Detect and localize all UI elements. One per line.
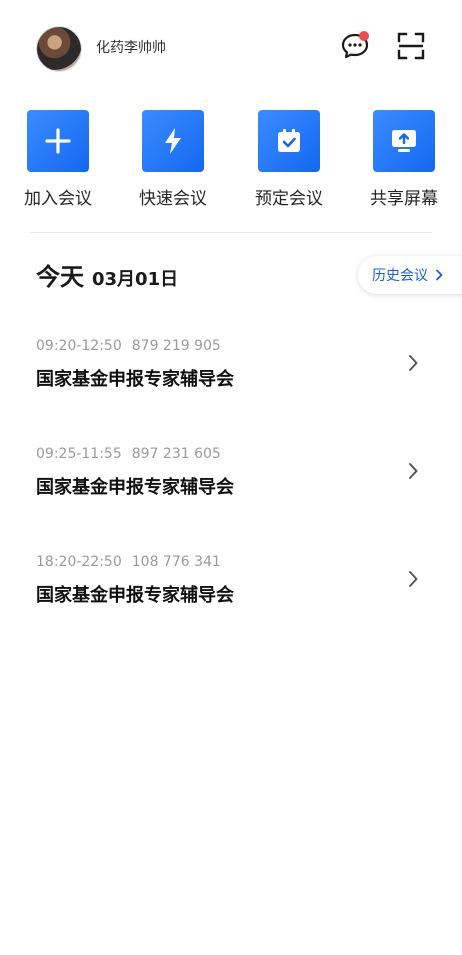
meeting-id: 108 776 341 bbox=[131, 554, 221, 570]
chevron-right-icon bbox=[409, 355, 418, 371]
meeting-title: 国家基金申报专家辅导会 bbox=[36, 369, 234, 390]
share-screen-button[interactable]: 共享屏幕 bbox=[352, 110, 456, 209]
share-screen-label: 共享屏幕 bbox=[370, 189, 438, 209]
top-bar: 化药李帅帅 bbox=[0, 0, 462, 95]
quick-actions: 加入会议 快速会议 预定会议 共享屏幕 bbox=[0, 110, 462, 210]
chevron-right-icon bbox=[436, 269, 443, 281]
lightning-icon bbox=[142, 110, 204, 172]
username[interactable]: 化药李帅帅 bbox=[96, 37, 166, 57]
join-meeting-button[interactable]: 加入会议 bbox=[6, 110, 110, 209]
plus-icon bbox=[27, 110, 89, 172]
history-meetings-button[interactable]: 历史会议 bbox=[358, 256, 462, 294]
scan-icon[interactable] bbox=[396, 31, 426, 61]
calendar-check-icon bbox=[258, 110, 320, 172]
today-label: 今天 bbox=[36, 263, 84, 291]
date-header: 今天 03月01日 bbox=[36, 257, 178, 297]
meeting-item[interactable]: 18:20-22:50 108 776 341 国家基金申报专家辅导会 bbox=[0, 554, 462, 646]
history-meetings-label: 历史会议 bbox=[372, 268, 428, 284]
quick-meeting-button[interactable]: 快速会议 bbox=[121, 110, 225, 209]
join-meeting-label: 加入会议 bbox=[24, 189, 92, 209]
meeting-meta: 09:20-12:50 879 219 905 bbox=[36, 338, 221, 354]
screen-share-icon bbox=[373, 110, 435, 172]
meeting-id: 897 231 605 bbox=[131, 446, 221, 462]
meeting-title: 国家基金申报专家辅导会 bbox=[36, 585, 234, 606]
meeting-meta: 09:25-11:55 897 231 605 bbox=[36, 446, 221, 462]
meeting-id: 879 219 905 bbox=[131, 338, 221, 354]
chevron-right-icon bbox=[409, 571, 418, 587]
avatar[interactable] bbox=[36, 26, 82, 72]
notification-badge bbox=[359, 31, 369, 41]
quick-meeting-label: 快速会议 bbox=[139, 189, 207, 209]
meeting-item[interactable]: 09:20-12:50 879 219 905 国家基金申报专家辅导会 bbox=[0, 338, 462, 430]
schedule-meeting-label: 预定会议 bbox=[255, 189, 323, 209]
divider bbox=[30, 232, 432, 233]
schedule-meeting-button[interactable]: 预定会议 bbox=[237, 110, 341, 209]
meeting-item[interactable]: 09:25-11:55 897 231 605 国家基金申报专家辅导会 bbox=[0, 446, 462, 538]
meeting-time: 09:25-11:55 bbox=[36, 446, 122, 462]
date-label: 03月01日 bbox=[92, 269, 179, 290]
chevron-right-icon bbox=[409, 463, 418, 479]
meeting-title: 国家基金申报专家辅导会 bbox=[36, 477, 234, 498]
meeting-time: 18:20-22:50 bbox=[36, 554, 122, 570]
meeting-meta: 18:20-22:50 108 776 341 bbox=[36, 554, 221, 570]
meeting-time: 09:20-12:50 bbox=[36, 338, 122, 354]
